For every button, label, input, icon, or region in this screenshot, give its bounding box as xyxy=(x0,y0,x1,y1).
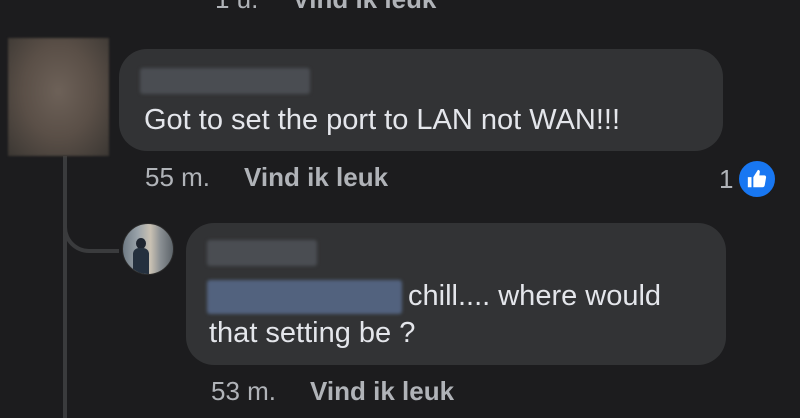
previous-comment-time: 1 u. xyxy=(215,0,258,14)
comment-reactions[interactable]: 1 xyxy=(719,158,779,200)
avatar-figure-body xyxy=(133,248,149,274)
comment-like-link[interactable]: Vind ik leuk xyxy=(244,162,388,192)
reply-like-link[interactable]: Vind ik leuk xyxy=(310,376,454,406)
comment-time: 55 m. xyxy=(145,162,211,192)
commenter-avatar[interactable] xyxy=(8,38,109,156)
previous-comment-like-link[interactable]: Vind ik leuk xyxy=(292,0,436,14)
reaction-count: 1 xyxy=(719,163,734,194)
reply-author-name-redacted[interactable] xyxy=(207,240,317,266)
thumbs-up-icon xyxy=(736,158,779,200)
reply-text-line1: chill.... where would xyxy=(408,280,662,312)
reply-mention-redacted[interactable] xyxy=(207,280,402,314)
commenter-name-redacted[interactable] xyxy=(140,68,310,94)
reply-meta: 53 m. Vind ik leuk xyxy=(211,376,454,407)
comment-text: Got to set the port to LAN not WAN!!! xyxy=(144,104,621,136)
thread-reply-connector xyxy=(63,205,119,253)
reply-text-line2: that setting be ? xyxy=(209,317,416,349)
comment-meta: 55 m. Vind ik leuk xyxy=(145,162,388,193)
thread-connector-line xyxy=(63,156,67,418)
reply-avatar[interactable] xyxy=(122,223,174,275)
previous-comment-meta: 1 u. Vind ik leuk xyxy=(215,0,436,15)
reply-time: 53 m. xyxy=(211,376,277,406)
